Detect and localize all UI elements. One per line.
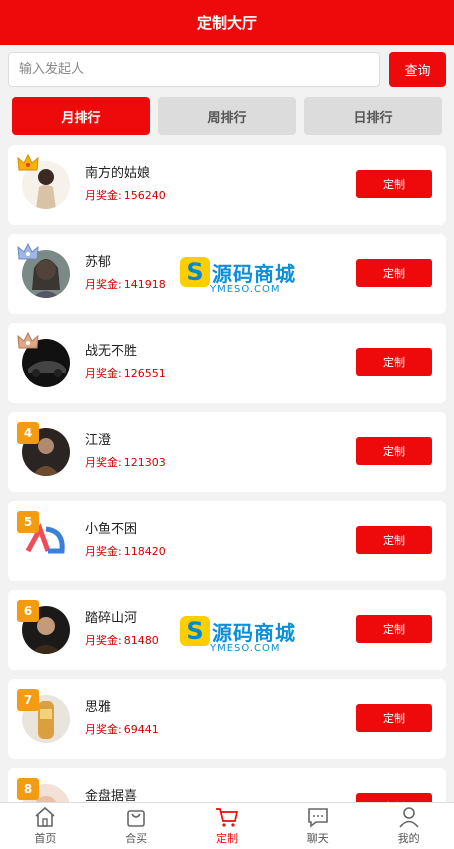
nav-home[interactable]: 首页 [0, 803, 91, 849]
tab-monthly[interactable]: 月排行 [12, 97, 150, 135]
rank-badge: 4 [17, 422, 39, 444]
user-name: 南方的姑娘 [85, 166, 151, 181]
list-item: 4 江澄 月奖金: 121303 定制 [8, 412, 446, 492]
monthly-bonus: 月奖金: 156240 [85, 189, 166, 202]
monthly-bonus: 月奖金: 81480 [85, 634, 159, 647]
rank-badge: 7 [17, 689, 39, 711]
ranking-tabs: 月排行 周排行 日排行 [0, 87, 454, 135]
customize-button[interactable]: 定制 [356, 704, 432, 732]
page-title: 定制大厅 [196, 14, 257, 32]
user-name: 江澄 [85, 433, 112, 448]
nav-customize[interactable]: 定制 [182, 803, 273, 849]
customize-button[interactable]: 定制 [356, 259, 432, 287]
monthly-bonus: 月奖金: 126551 [85, 367, 166, 380]
user-name: 战无不胜 [85, 344, 138, 359]
list-item: 南方的姑娘 月奖金: 156240 定制 [8, 145, 446, 225]
rank-badge: 6 [17, 600, 39, 622]
user-icon [397, 806, 421, 828]
cart-icon [215, 806, 239, 828]
customize-button[interactable]: 定制 [356, 170, 432, 198]
nav-group-buy[interactable]: 合买 [91, 803, 182, 849]
ranking-list: 南方的姑娘 月奖金: 156240 定制 苏郁 月奖金: 141918 定制 战无不… [0, 135, 454, 848]
tab-daily[interactable]: 日排行 [304, 97, 442, 135]
bronze-crown-icon [17, 330, 39, 352]
gold-crown-icon [17, 152, 39, 174]
list-item: 7 思雅 月奖金: 69441 定制 [8, 679, 446, 759]
list-item: 5 小鱼不困 月奖金: 118420 定制 [8, 501, 446, 581]
user-name: 思雅 [85, 700, 112, 715]
search-input[interactable] [8, 52, 380, 87]
rank-badge: 5 [17, 511, 39, 533]
app-header: 定制大厅 [0, 0, 454, 45]
user-name: 踏碎山河 [85, 611, 138, 626]
customize-button[interactable]: 定制 [356, 348, 432, 376]
home-icon [33, 806, 57, 828]
list-item: 6 踏碎山河 月奖金: 81480 定制 [8, 590, 446, 670]
search-button[interactable]: 查询 [389, 52, 446, 87]
chat-icon [306, 806, 330, 828]
list-item: 苏郁 月奖金: 141918 定制 [8, 234, 446, 314]
rank-badge: 8 [17, 778, 39, 800]
list-item: 战无不胜 月奖金: 126551 定制 [8, 323, 446, 403]
user-name: 小鱼不困 [85, 522, 138, 537]
monthly-bonus: 月奖金: 69441 [85, 723, 159, 736]
monthly-bonus: 月奖金: 121303 [85, 456, 166, 469]
customize-button[interactable]: 定制 [356, 615, 432, 643]
customize-button[interactable]: 定制 [356, 437, 432, 465]
nav-profile[interactable]: 我的 [363, 803, 454, 849]
tab-weekly[interactable]: 周排行 [158, 97, 296, 135]
bottom-nav: 首页 合买 定制 聊天 我的 [0, 802, 454, 849]
monthly-bonus: 月奖金: 141918 [85, 278, 166, 291]
silver-crown-icon [17, 241, 39, 263]
customize-button[interactable]: 定制 [356, 526, 432, 554]
bag-icon [124, 806, 148, 828]
monthly-bonus: 月奖金: 118420 [85, 545, 166, 558]
search-bar: 查询 [0, 45, 454, 87]
user-name: 苏郁 [85, 255, 112, 270]
nav-chat[interactable]: 聊天 [272, 803, 363, 849]
